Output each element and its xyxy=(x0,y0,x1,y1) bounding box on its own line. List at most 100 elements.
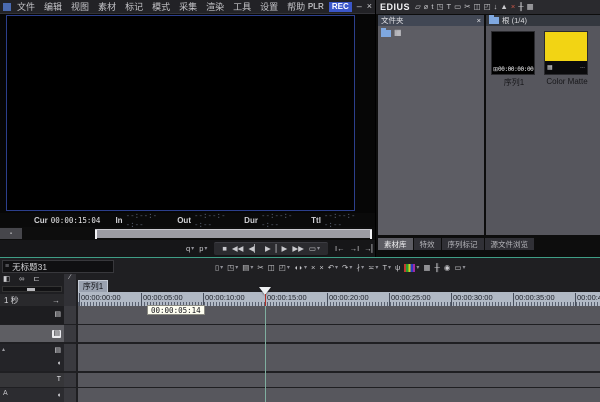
source-name-box[interactable]: ≡ 无标题31 xyxy=(2,260,114,273)
color-correction[interactable]: ◉ xyxy=(444,263,451,273)
save[interactable]: ▤ xyxy=(242,263,253,273)
undo[interactable]: ↶ xyxy=(328,263,338,273)
arrow-right-icon[interactable]: → xyxy=(52,296,60,305)
fast-forward[interactable]: ▶▶ xyxy=(292,244,304,254)
goto-in[interactable]: I← xyxy=(335,244,345,254)
menu-item[interactable]: 视图 xyxy=(71,0,89,13)
video-icon[interactable]: ▤ xyxy=(54,347,61,355)
track-header[interactable]: ▴ ▤ ◖ xyxy=(0,344,64,371)
clip-thumbnail[interactable]: ⊞00:00:00:00 xyxy=(491,31,535,75)
menu-item[interactable]: 工具 xyxy=(233,0,251,13)
properties-icon[interactable]: ╫ xyxy=(518,2,523,12)
stop[interactable]: ■ xyxy=(222,244,227,254)
ripple-mode[interactable]: ∞ xyxy=(19,274,24,284)
track-lock-column[interactable] xyxy=(64,373,76,387)
bin-tab-item[interactable]: 序列标记 xyxy=(442,238,484,250)
track-lock-column[interactable] xyxy=(64,388,76,402)
shuttle-button[interactable]: ▪ xyxy=(0,228,22,239)
timeline-zoom-slider[interactable] xyxy=(2,286,62,292)
import-icon[interactable]: ◳ xyxy=(436,2,443,12)
timeline-zoom-scale[interactable]: 1 秒 → xyxy=(0,294,64,306)
track-lane[interactable] xyxy=(78,344,600,371)
sync-lock[interactable]: ⊏ xyxy=(33,274,39,284)
paste-clip[interactable]: ◰ xyxy=(279,263,290,273)
menu-item[interactable]: 编辑 xyxy=(44,0,62,13)
insert-overwrite-mode[interactable]: ◧ xyxy=(3,274,10,284)
menu-item[interactable]: 设置 xyxy=(260,0,278,13)
view-grid-icon[interactable]: ▦ xyxy=(527,2,534,12)
mark-out[interactable]: p xyxy=(199,244,207,254)
track-lane[interactable] xyxy=(78,325,600,342)
track-header[interactable]: ▤ xyxy=(0,306,64,324)
clip-card[interactable]: ⊞00:00:00:00序列1 xyxy=(491,31,537,88)
monitor-icon[interactable]: ▭ xyxy=(454,2,461,12)
audio-icon[interactable]: ◖ xyxy=(57,360,61,368)
goto-out[interactable]: →I xyxy=(350,244,360,254)
track-header[interactable]: T xyxy=(0,373,64,387)
track-lock-column[interactable] xyxy=(64,306,76,324)
audio-icon[interactable]: ◖ xyxy=(57,392,61,400)
search-icon[interactable]: ⌀ xyxy=(424,2,429,12)
audio-mixer[interactable]: ╫ xyxy=(435,263,440,273)
voiceover[interactable]: ψ xyxy=(395,263,400,273)
menu-item[interactable]: 帮助 xyxy=(287,0,305,13)
bin-tab-item[interactable]: 源文件浏览 xyxy=(485,238,535,250)
folder-view-icon[interactable]: ▦ xyxy=(394,29,402,37)
keyboard[interactable]: ▦ xyxy=(423,263,430,273)
folder-icon[interactable]: ▱ xyxy=(415,2,421,12)
redo[interactable]: ↷ xyxy=(342,263,352,273)
new-sequence[interactable]: ▯ xyxy=(215,263,223,273)
play-deck[interactable]: ▏▶ xyxy=(276,244,288,254)
zoom-slider-handle[interactable] xyxy=(27,288,35,291)
copy-clip[interactable]: ◫ xyxy=(268,263,275,273)
bin-tab-item[interactable]: 特效 xyxy=(414,238,441,250)
rewind[interactable]: ◀◀ xyxy=(232,244,244,254)
ripple-delete[interactable]: × xyxy=(319,263,323,273)
menu-item[interactable]: 模式 xyxy=(152,0,170,13)
minimize-button[interactable]: – xyxy=(357,2,362,11)
previous-frame[interactable]: ◀▏ xyxy=(248,244,260,254)
cut-icon[interactable]: ✂ xyxy=(464,2,470,12)
add-transition[interactable]: ◖◗ xyxy=(294,263,307,273)
clip-thumbnail[interactable]: ▦--- xyxy=(544,31,588,75)
loop[interactable]: ▭ xyxy=(309,244,320,254)
mark-in[interactable]: q xyxy=(186,244,194,254)
track-lock-column[interactable] xyxy=(64,344,76,371)
create-title[interactable]: T xyxy=(382,263,391,273)
text-icon[interactable]: t xyxy=(431,2,433,12)
track-header[interactable]: A◖ xyxy=(0,388,64,402)
close-button[interactable]: × xyxy=(367,2,372,11)
play[interactable]: ▶ xyxy=(265,244,271,254)
track-header[interactable]: ▤ xyxy=(0,325,64,342)
menu-item[interactable]: 标记 xyxy=(125,0,143,13)
add-to-timeline[interactable]: ◳ xyxy=(227,263,238,273)
bin-tab-selected[interactable]: 素材库 xyxy=(378,238,413,250)
folder-tree[interactable]: ▦ xyxy=(378,26,484,40)
sequence-tab[interactable]: 序列1 xyxy=(78,280,108,292)
root-folder-icon[interactable] xyxy=(381,30,391,37)
video-icon[interactable]: ▤ xyxy=(54,311,61,319)
up-icon[interactable]: ▲ xyxy=(500,2,507,12)
color-bars[interactable] xyxy=(404,263,419,273)
download-icon[interactable]: ↓ xyxy=(494,2,498,12)
video-icon[interactable]: ▤ xyxy=(52,330,61,338)
set-between[interactable]: ≍ xyxy=(368,263,378,273)
track-lock-column[interactable] xyxy=(64,325,76,342)
monitor-mode[interactable]: ▭ xyxy=(454,263,465,273)
timeline-ruler[interactable]: 00:00:00:0000:00:05:0000:00:10:0000:00:1… xyxy=(78,292,600,306)
rec-mode-button[interactable]: REC xyxy=(329,2,352,12)
plr-mode-button[interactable]: PLR xyxy=(308,2,324,11)
menu-item[interactable]: 文件 xyxy=(17,0,35,13)
clip-card[interactable]: ▦---Color Matte xyxy=(544,31,590,88)
delete-clip[interactable]: × xyxy=(311,263,315,273)
delete-icon[interactable]: × xyxy=(511,2,515,12)
playhead-line[interactable] xyxy=(265,306,266,402)
menu-item[interactable]: 渲染 xyxy=(206,0,224,13)
track-lane[interactable] xyxy=(78,388,600,402)
copy-icon[interactable]: ◫ xyxy=(473,2,480,12)
cut-clip[interactable]: ✂ xyxy=(257,263,263,273)
title-icon[interactable]: T xyxy=(57,376,61,384)
track-lane[interactable] xyxy=(78,373,600,387)
paste-icon[interactable]: ◰ xyxy=(484,2,491,12)
track-expander-icon[interactable]: ▴ xyxy=(2,346,5,353)
